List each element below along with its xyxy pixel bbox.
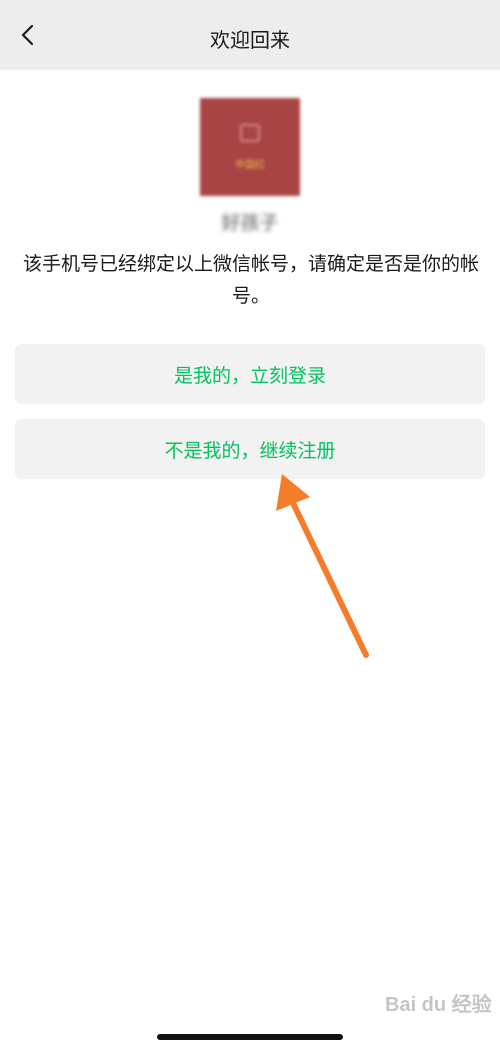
continue-register-button[interactable]: 不是我的，继续注册 — [15, 419, 485, 479]
avatar-text: 中国红 — [235, 160, 265, 171]
navigation-bar: 欢迎回来 — [0, 0, 500, 70]
binding-message: 该手机号已经绑定以上微信帐号，请确定是否是你的帐号。 — [22, 253, 479, 307]
avatar-emblem-icon — [240, 124, 260, 142]
avatar: 中国红 — [200, 98, 300, 196]
confirm-login-button[interactable]: 是我的，立刻登录 — [15, 344, 485, 404]
home-indicator[interactable] — [157, 1034, 343, 1040]
account-nickname: 好孩子 — [221, 212, 279, 234]
page-title: 欢迎回来 — [210, 28, 290, 52]
watermark: Bai du 经验 — [385, 994, 492, 1016]
